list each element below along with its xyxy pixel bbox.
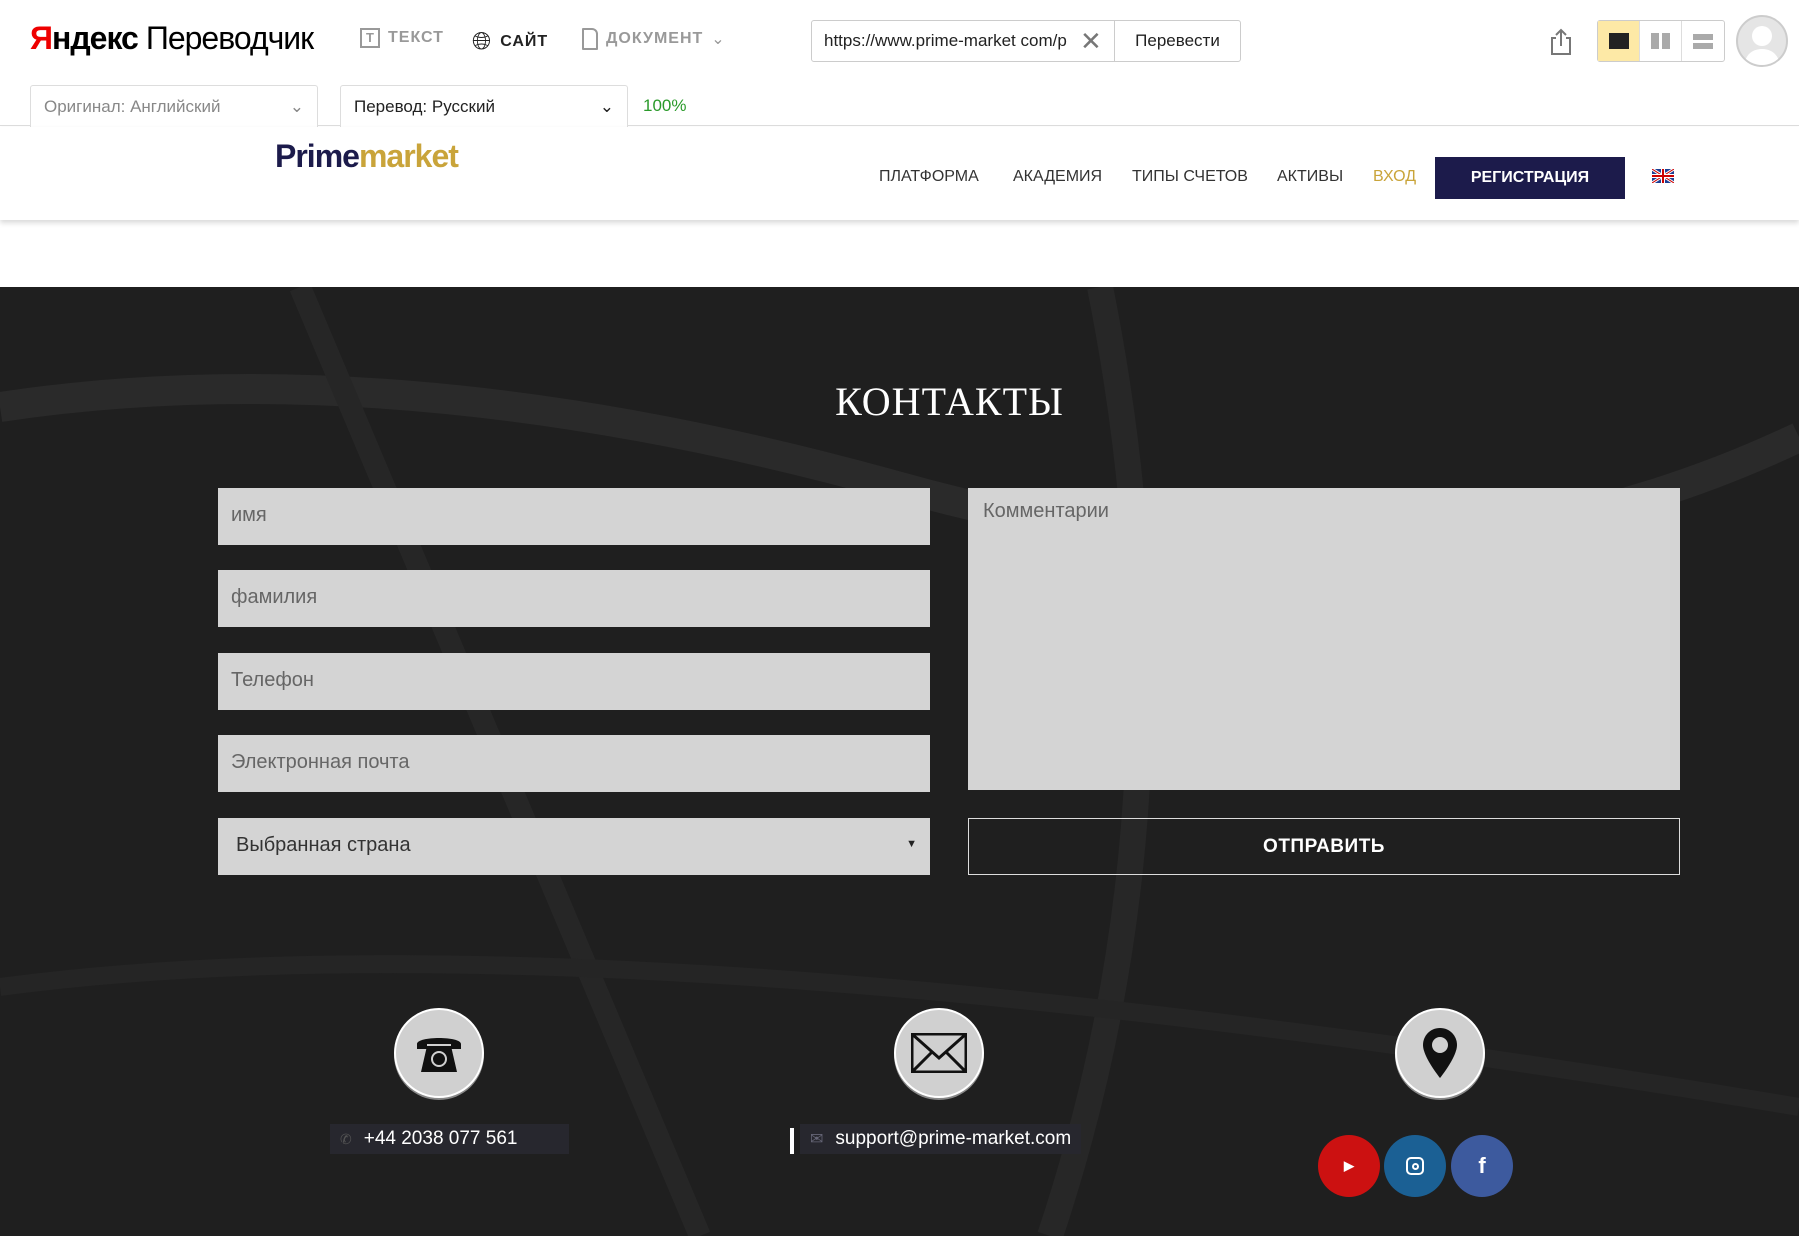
target-language-select[interactable]: Перевод: Русский ⌄ xyxy=(340,85,628,127)
comment-textarea[interactable]: Комментарии xyxy=(968,488,1680,790)
primemarket-logo[interactable]: Primemarket xyxy=(275,138,459,175)
single-view-icon[interactable] xyxy=(1598,21,1640,61)
avatar[interactable] xyxy=(1736,15,1788,67)
first-name-input[interactable]: имя xyxy=(218,488,930,545)
contacts-title: КОНТАКТЫ xyxy=(835,379,1064,424)
stacked-view-icon[interactable] xyxy=(1682,21,1724,61)
envelope-icon xyxy=(894,1008,984,1098)
mode-site-tab[interactable]: 🌐︎ САЙТ xyxy=(472,28,548,56)
facebook-icon[interactable]: f xyxy=(1451,1135,1513,1197)
phone-contact: ✆ +44 2038 077 561 xyxy=(330,1124,570,1154)
phone-small-icon: ✆ xyxy=(340,1130,352,1147)
nav-assets[interactable]: АКТИВЫ xyxy=(1277,168,1343,186)
nav-login[interactable]: ВХОД xyxy=(1373,168,1416,186)
location-pin-icon xyxy=(1395,1008,1485,1098)
instagram-icon[interactable] xyxy=(1384,1135,1446,1197)
email-input[interactable]: Электронная почта xyxy=(218,735,930,792)
dropdown-arrow-icon: ▼ xyxy=(906,838,917,850)
chevron-down-icon: ⌄ xyxy=(599,97,614,116)
document-icon xyxy=(582,28,598,50)
youtube-icon[interactable]: ▶ xyxy=(1318,1135,1380,1197)
chevron-down-icon: ⌄ xyxy=(289,97,304,116)
chevron-down-icon: ⌄ xyxy=(711,31,726,48)
yandex-translate-logo[interactable]: Яндекс Переводчик xyxy=(30,20,314,57)
share-icon[interactable] xyxy=(1548,28,1574,61)
phone-icon xyxy=(394,1008,484,1098)
nav-account-types[interactable]: ТИПЫ СЧЕТОВ xyxy=(1132,168,1248,186)
phone-input[interactable]: Телефон xyxy=(218,653,930,710)
text-icon: T xyxy=(360,28,380,48)
uk-flag-icon[interactable] xyxy=(1652,169,1674,183)
mode-document-tab[interactable]: ДОКУМЕНТ ⌄ xyxy=(582,28,726,50)
source-language-select[interactable]: Оригинал: Английский ⌄ xyxy=(30,85,318,127)
globe-icon: 🌐︎ xyxy=(472,28,493,55)
country-select[interactable]: Выбранная страна ▼ xyxy=(218,818,930,875)
clear-icon[interactable]: ✕ xyxy=(1080,26,1102,57)
nav-academy[interactable]: АКАДЕМИЯ xyxy=(1013,168,1102,186)
view-mode-switcher xyxy=(1597,20,1725,62)
register-button[interactable]: РЕГИСТРАЦИЯ xyxy=(1435,157,1625,199)
translate-button[interactable]: Перевести xyxy=(1114,20,1241,62)
email-contact: ✉ support@prime-market.com xyxy=(800,1124,1082,1154)
text-cursor-marker xyxy=(790,1128,794,1154)
last-name-input[interactable]: фамилия xyxy=(218,570,930,627)
translator-toolbar: Яндекс Переводчик T ТЕКСТ 🌐︎ САЙТ ДОКУМЕНТ ⌄… xyxy=(0,0,1799,127)
mode-text-tab[interactable]: T ТЕКСТ xyxy=(360,28,444,48)
url-input[interactable]: https://www.prime-market com/p xyxy=(811,20,1115,62)
translation-progress: 100% xyxy=(643,96,687,115)
split-view-icon[interactable] xyxy=(1640,21,1682,61)
submit-button[interactable]: ОТПРАВИТЬ xyxy=(968,818,1680,875)
envelope-small-icon: ✉ xyxy=(810,1131,824,1148)
nav-platform[interactable]: ПЛАТФОРМА xyxy=(879,168,979,186)
